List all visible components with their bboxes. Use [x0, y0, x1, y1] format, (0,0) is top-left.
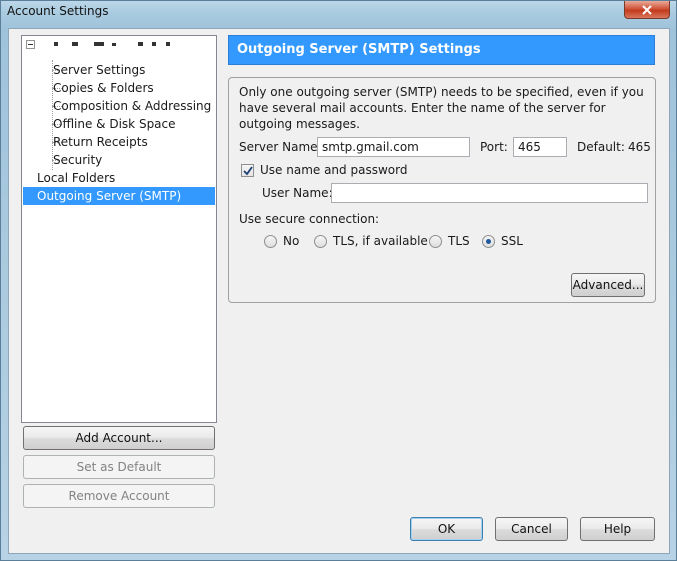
remove-account-button[interactable]: Remove Account	[23, 484, 215, 508]
account-tree[interactable]: Server Settings Copies & Folders Composi…	[21, 35, 217, 423]
tree-item-return-receipts[interactable]: Return Receipts	[53, 133, 148, 151]
user-name-label: User Name:	[262, 186, 333, 200]
tree-item-security[interactable]: Security	[53, 151, 102, 169]
window-title: Account Settings	[7, 4, 109, 18]
cancel-button[interactable]: Cancel	[495, 517, 568, 541]
add-account-button[interactable]: Add Account...	[23, 426, 215, 450]
close-button[interactable]	[624, 1, 670, 19]
tree-item-account-obscured[interactable]	[42, 36, 212, 46]
tree-item-copies-folders[interactable]: Copies & Folders	[53, 79, 154, 97]
ok-button-label: OK	[437, 522, 456, 536]
port-field[interactable]: 465	[513, 137, 567, 157]
tree-item-label: Composition & Addressing	[53, 99, 212, 113]
tree-item-local-folders[interactable]: Local Folders	[37, 169, 115, 187]
page-title: Outgoing Server (SMTP) Settings	[228, 35, 655, 65]
use-name-password-checkbox[interactable]	[241, 164, 254, 177]
set-as-default-button[interactable]: Set as Default	[23, 455, 215, 479]
user-name-field[interactable]	[331, 183, 648, 203]
server-name-label: Server Name:	[239, 140, 322, 154]
smtp-settings-panel: Only one outgoing server (SMTP) needs to…	[228, 77, 656, 303]
help-button[interactable]: Help	[580, 517, 655, 541]
tree-item-label: Outgoing Server (SMTP)	[37, 189, 182, 203]
dialog-client-area: Server Settings Copies & Folders Composi…	[8, 28, 670, 554]
tree-item-label: Return Receipts	[53, 135, 148, 149]
tree-item-label: Server Settings	[53, 63, 146, 77]
default-port-value: 465	[628, 140, 651, 154]
secure-radio-tls[interactable]	[429, 235, 442, 248]
collapse-toggle-icon[interactable]	[26, 40, 35, 49]
page-title-text: Outgoing Server (SMTP) Settings	[237, 42, 481, 57]
title-bar[interactable]: Account Settings	[1, 1, 676, 27]
account-settings-window: Account Settings Server Settings Copies …	[0, 0, 677, 561]
smtp-description: Only one outgoing server (SMTP) needs to…	[239, 85, 644, 131]
checkmark-icon	[242, 165, 253, 175]
server-name-field[interactable]: smtp.gmail.com	[317, 137, 470, 157]
advanced-button-label: Advanced...	[572, 278, 644, 292]
secure-connection-label: Use secure connection:	[239, 212, 380, 226]
port-label: Port:	[480, 140, 508, 154]
secure-radio-tls-if-available[interactable]	[314, 235, 327, 248]
tree-item-composition-addressing[interactable]: Composition & Addressing	[53, 97, 211, 115]
close-icon	[642, 4, 652, 15]
tree-item-label: Copies & Folders	[53, 81, 154, 95]
tree-item-server-settings[interactable]: Server Settings	[53, 61, 145, 79]
tree-item-label: Offline & Disk Space	[53, 117, 176, 131]
secure-radio-ssl[interactable]	[482, 235, 495, 248]
secure-option-label: No	[283, 234, 300, 248]
tree-item-outgoing-server[interactable]: Outgoing Server (SMTP)	[23, 187, 215, 205]
secure-option-label: TLS	[448, 234, 470, 248]
use-name-password-label: Use name and password	[260, 163, 408, 177]
secure-option-label: SSL	[501, 234, 523, 248]
tree-item-label: Local Folders	[37, 171, 116, 185]
help-button-label: Help	[603, 522, 632, 536]
cancel-button-label: Cancel	[511, 522, 552, 536]
secure-radio-no[interactable]	[264, 235, 277, 248]
tree-item-label: Security	[53, 153, 103, 167]
add-account-label: Add Account...	[75, 431, 163, 445]
default-port-label: Default:	[577, 140, 625, 154]
set-as-default-label: Set as Default	[76, 460, 162, 474]
secure-option-label: TLS, if available	[333, 234, 428, 248]
tree-item-offline-disk-space[interactable]: Offline & Disk Space	[53, 115, 176, 133]
advanced-button[interactable]: Advanced...	[571, 273, 645, 297]
remove-account-label: Remove Account	[68, 489, 170, 503]
obscured-account-name	[54, 42, 170, 46]
ok-button[interactable]: OK	[410, 517, 483, 541]
